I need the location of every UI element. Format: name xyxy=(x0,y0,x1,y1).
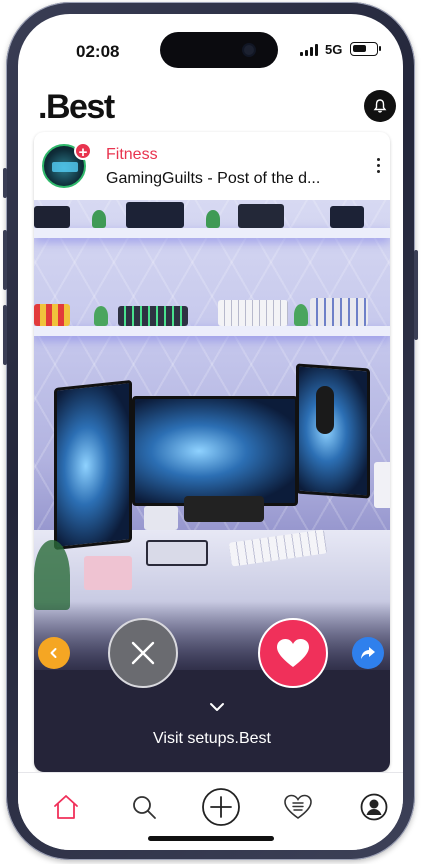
post-header: + Fitness GamingGuilts - Post of the d..… xyxy=(34,132,390,200)
network-type: 5G xyxy=(325,42,343,57)
expand-button[interactable] xyxy=(208,700,226,718)
share-icon xyxy=(361,647,375,659)
bell-icon xyxy=(373,99,387,113)
home-icon xyxy=(54,795,78,819)
battery-icon xyxy=(350,42,381,56)
app-logo: .Best xyxy=(38,88,115,126)
camera-icon xyxy=(244,45,254,55)
tab-profile[interactable] xyxy=(356,789,392,825)
chevron-down-icon xyxy=(210,703,224,711)
volume-down-button xyxy=(3,305,7,365)
dynamic-island xyxy=(160,32,278,68)
heart-icon xyxy=(277,639,309,667)
tab-create[interactable] xyxy=(200,786,242,828)
plus-circle-icon xyxy=(202,788,240,826)
dislike-button[interactable] xyxy=(108,618,178,688)
visit-link[interactable]: Visit setups.Best xyxy=(34,730,390,748)
status-time: 02:08 xyxy=(76,42,120,61)
power-button xyxy=(414,250,418,340)
share-button[interactable] xyxy=(352,637,384,669)
battery-level xyxy=(353,45,366,52)
post-category[interactable]: Fitness xyxy=(106,146,158,164)
chevron-left-icon xyxy=(50,648,57,658)
follow-badge[interactable]: + xyxy=(74,142,92,161)
post-footer xyxy=(34,670,390,772)
post-image[interactable] xyxy=(34,200,390,670)
close-icon xyxy=(131,641,155,665)
notifications-button[interactable] xyxy=(364,90,396,122)
back-button[interactable] xyxy=(38,637,70,669)
side-button xyxy=(3,168,7,198)
tab-favorites[interactable] xyxy=(280,789,316,825)
screen: 02:08 5G .Best + Fitness GamingGuilts - … xyxy=(18,14,403,850)
tab-search[interactable] xyxy=(126,789,162,825)
tab-home[interactable] xyxy=(48,789,84,825)
post-card[interactable]: + Fitness GamingGuilts - Post of the d..… xyxy=(34,132,390,772)
heart-list-icon xyxy=(284,794,312,819)
post-title: GamingGuilts - Post of the d... xyxy=(106,170,321,187)
like-button[interactable] xyxy=(258,618,328,688)
volume-up-button xyxy=(3,230,7,290)
home-indicator[interactable] xyxy=(148,836,274,841)
more-options-icon[interactable] xyxy=(377,158,380,173)
signal-icon xyxy=(300,44,318,56)
search-icon xyxy=(133,796,156,819)
user-icon xyxy=(360,793,388,821)
